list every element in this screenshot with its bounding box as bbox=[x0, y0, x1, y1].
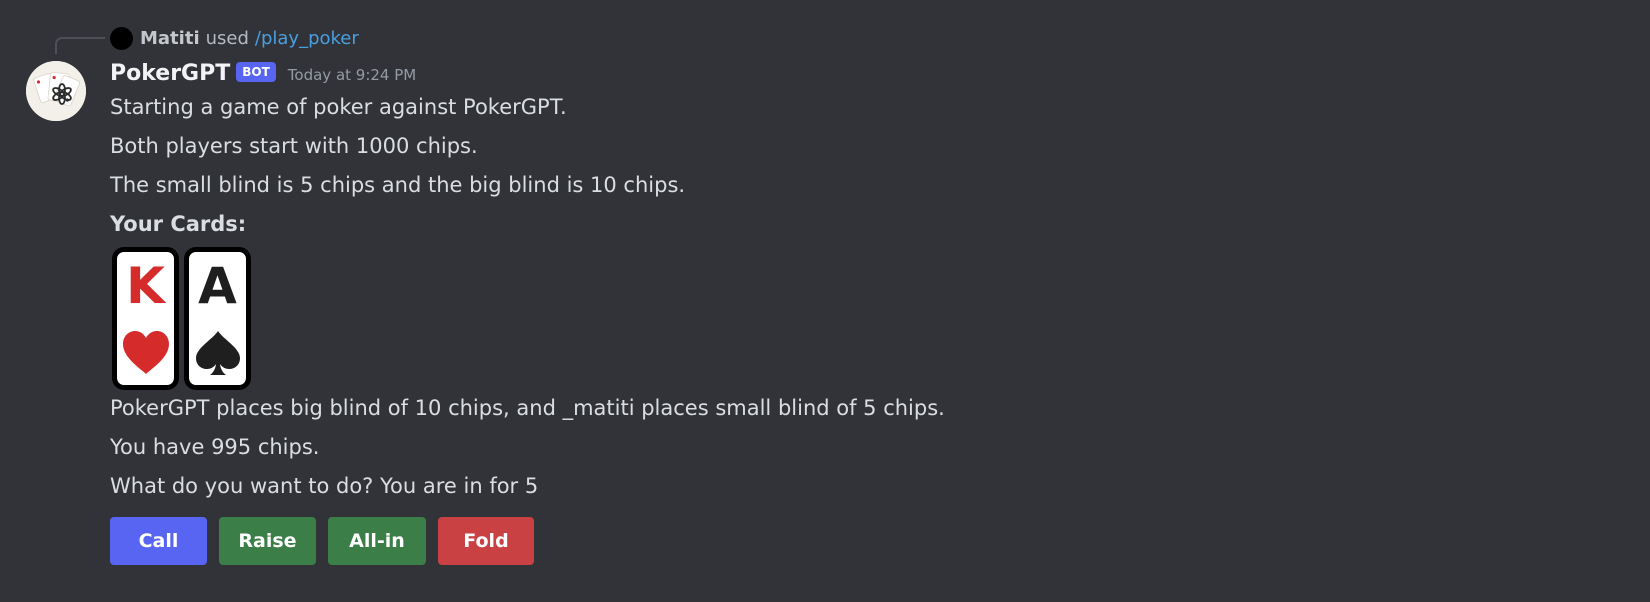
slash-command-link[interactable]: /play_poker bbox=[255, 28, 359, 49]
chatgpt-logo-playing-cards-icon bbox=[26, 61, 86, 121]
bot-tag-badge: BOT bbox=[236, 62, 276, 82]
bot-message: Matiti used /play_poker PokerGPT BOT Tod… bbox=[0, 0, 1650, 602]
avatar[interactable] bbox=[26, 61, 86, 121]
heart-suit-icon bbox=[122, 331, 169, 374]
message-line-prompt: What do you want to do? You are in for 5 bbox=[110, 474, 539, 498]
message-line-blinds: The small blind is 5 chips and the big b… bbox=[110, 173, 686, 197]
card-rank: K bbox=[126, 257, 165, 315]
bot-username[interactable]: PokerGPT bbox=[110, 61, 230, 86]
message-line-blinds-placed: PokerGPT places big blind of 10 chips, a… bbox=[110, 396, 945, 420]
all-in-button[interactable]: All-in bbox=[328, 517, 426, 565]
playing-card-king-hearts: K bbox=[112, 247, 179, 390]
reply-username[interactable]: Matiti bbox=[140, 28, 200, 49]
action-buttons: Call Raise All-in Fold bbox=[110, 517, 534, 565]
card-rank: A bbox=[198, 257, 237, 315]
cards-heading: Your Cards: bbox=[110, 212, 247, 236]
reply-used-text: used bbox=[205, 27, 249, 49]
command-reference: Matiti used /play_poker bbox=[110, 24, 359, 52]
playing-card-ace-spades: A bbox=[184, 247, 251, 390]
message-line-start: Starting a game of poker against PokerGP… bbox=[110, 95, 567, 119]
reply-spine bbox=[55, 37, 105, 54]
player-cards: K A bbox=[112, 247, 251, 390]
message-line-chip-count: You have 995 chips. bbox=[110, 435, 320, 459]
spade-suit-icon bbox=[195, 331, 240, 375]
message-line-chips: Both players start with 1000 chips. bbox=[110, 134, 478, 158]
call-button[interactable]: Call bbox=[110, 517, 207, 565]
reply-user-avatar[interactable] bbox=[110, 26, 133, 50]
message-timestamp[interactable]: Today at 9:24 PM bbox=[288, 66, 416, 84]
fold-button[interactable]: Fold bbox=[438, 517, 534, 565]
message-header: PokerGPT BOT Today at 9:24 PM bbox=[110, 58, 416, 88]
raise-button[interactable]: Raise bbox=[219, 517, 316, 565]
